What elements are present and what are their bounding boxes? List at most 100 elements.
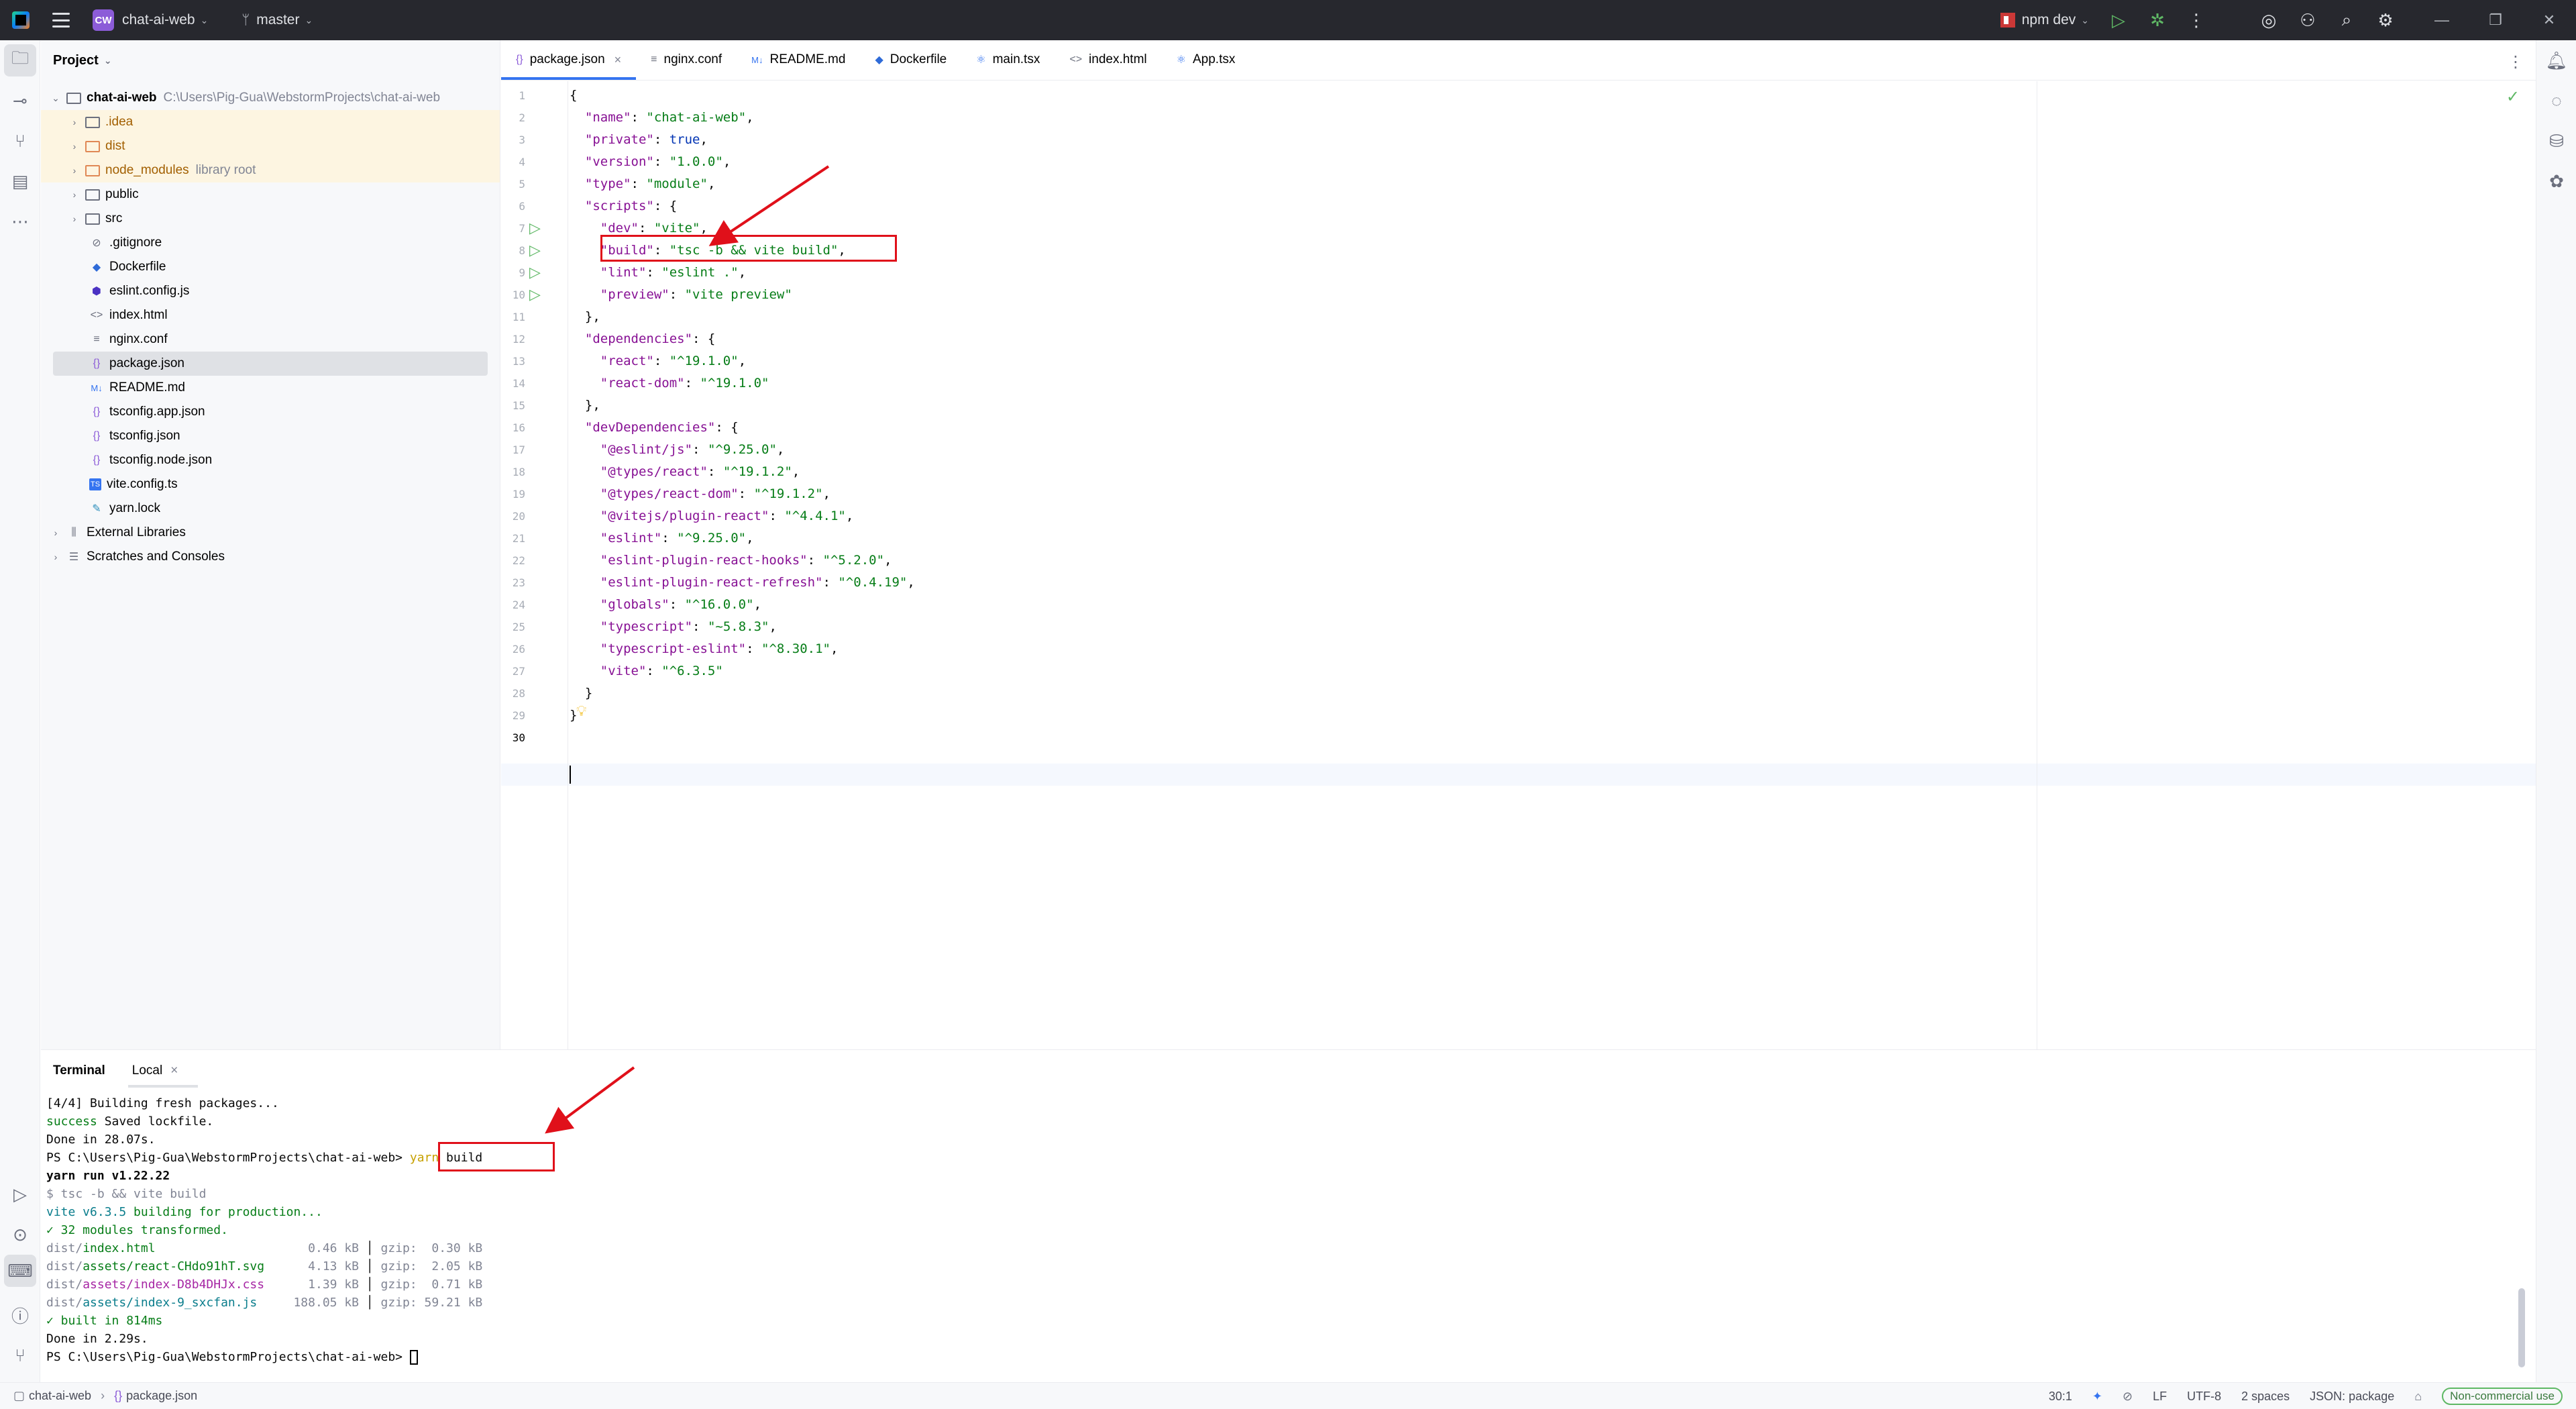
tab-readme-md[interactable]: M↓ README.md [737,40,860,80]
json-schema[interactable]: JSON: package [2310,1390,2394,1404]
run-icon[interactable]: ▷ [2109,10,2128,30]
run-configuration-selector[interactable]: npm dev ⌄ [2000,12,2089,28]
json-key: "@types/react" [600,464,708,479]
project-switcher[interactable]: chat-ai-web ⌄ [114,0,208,40]
tree-item[interactable]: ✎ yarn.lock [89,497,160,521]
git-icon[interactable]: ⑂ [0,1335,40,1375]
main-menu-icon[interactable] [52,13,70,28]
ai-assistant-icon[interactable]: ◎ [2259,10,2278,30]
terminal-line: dist/assets/index-9_sxcfan.js 188.05 kB … [46,1296,483,1310]
minimize-window-button[interactable]: — [2415,0,2469,40]
terminal-line: PS C:\Users\Pig-Gua\WebstormProjects\cha… [46,1149,482,1167]
tab-local-terminal[interactable]: Local × [127,1050,198,1092]
tree-item[interactable]: › dist [41,134,500,158]
chevron-right-icon[interactable]: › [68,165,81,176]
lock-icon[interactable]: ⌂ [2414,1390,2422,1404]
terminal-scrollbar[interactable] [2518,1288,2525,1367]
code-line: "eslint-plugin-react-refresh": "^0.4.19"… [600,575,915,590]
chevron-right-icon[interactable]: › [68,141,81,152]
tree-item[interactable]: {} tsconfig.node.json [89,448,213,472]
terminal-line[interactable]: PS C:\Users\Pig-Gua\WebstormProjects\cha… [46,1348,418,1366]
indent-setting[interactable]: 2 spaces [2241,1390,2290,1404]
intention-bulb-icon[interactable]: 💡︎ [576,702,586,720]
chevron-right-icon[interactable]: › [68,117,81,127]
project-view-selector[interactable]: Project ⌄ [41,40,500,81]
add-user-icon[interactable]: ⚇ [2298,10,2317,30]
run-script-icon[interactable]: ▷ [529,287,544,302]
tab-main-tsx[interactable]: ⚛ main.tsx [961,40,1055,80]
chevron-right-icon[interactable]: › [49,552,62,562]
tree-item[interactable]: › src [68,207,123,231]
breadcrumb-file[interactable]: package.json [126,1389,197,1403]
line-separator[interactable]: LF [2153,1390,2167,1404]
no-sync-icon[interactable]: ⊘ [2123,1390,2133,1404]
run-script-icon[interactable]: ▷ [529,243,544,258]
tab-dockerfile[interactable]: ◆ Dockerfile [860,40,961,80]
database-icon[interactable]: ⛁ [2536,121,2576,161]
search-icon[interactable]: ⌕ [2337,9,2356,30]
terminal-token: dist/ [46,1259,83,1273]
license-badge[interactable]: Non-commercial use [2442,1388,2563,1405]
terminal-icon[interactable]: ⌨ [4,1255,36,1287]
tree-item[interactable]: › public [68,182,139,207]
tab-options-icon[interactable]: ⋮ [2508,52,2524,72]
tree-item[interactable]: TS vite.config.ts [89,472,178,497]
chevron-right-icon[interactable]: › [68,189,81,200]
tree-item[interactable]: M↓ README.md [89,376,185,400]
restore-window-button[interactable]: ❐ [2469,0,2522,40]
close-window-button[interactable]: ✕ [2522,0,2576,40]
close-tab-icon[interactable]: × [170,1063,178,1078]
run-script-icon[interactable]: ▷ [529,221,544,236]
services-icon[interactable]: ⊙ [0,1214,40,1255]
project-badge[interactable]: CW [93,9,114,31]
debug-icon[interactable]: ✲ [2148,10,2167,30]
tree-item[interactable]: ≡ nginx.conf [89,327,167,352]
problems-icon[interactable]: ⓘ [0,1295,40,1335]
project-tool-folder-icon[interactable]: 🗀 [4,44,36,76]
code-line: "@vitejs/plugin-react": "^4.4.1", [600,509,854,523]
more-tools-icon[interactable]: ⋯ [0,201,40,242]
chevron-right-icon[interactable]: › [68,213,81,224]
commit-icon[interactable]: ⊸ [0,81,40,121]
code-line: "@types/react-dom": "^19.1.2", [600,486,830,501]
tab-app-tsx[interactable]: ⚛ App.tsx [1162,40,1250,80]
structure-icon[interactable]: ▤ [0,161,40,201]
tree-root[interactable]: ⌄ chat-ai-web C:\Users\Pig-Gua\WebstormP… [49,86,440,110]
line-number: 29 [512,709,525,722]
tree-item[interactable]: › ☰ Scratches and Consoles [49,545,225,569]
tree-item[interactable]: ◆ Dockerfile [89,255,166,279]
notifications-bell-icon[interactable]: 🔔︎ [2536,40,2576,81]
breadcrumb-project[interactable]: chat-ai-web [29,1389,91,1403]
tree-item[interactable]: ⬢ eslint.config.js [89,279,189,303]
tab-index-html[interactable]: <> index.html [1055,40,1161,80]
pull-requests-icon[interactable]: ⑂ [0,121,40,161]
branch-name: master [256,12,300,28]
settings-gear-icon[interactable]: ⚙ [2376,10,2395,30]
close-tab-icon[interactable]: × [614,53,622,67]
tree-item-selected[interactable]: {} package.json [53,352,488,376]
tree-item[interactable]: › ⫼ External Libraries [49,521,186,545]
tree-item[interactable]: {} tsconfig.json [89,424,180,448]
tree-item[interactable]: › .idea [41,110,500,134]
tab-package-json[interactable]: {} package.json × [501,40,637,80]
vcs-branch-widget[interactable]: ᛘ master ⌄ [241,12,313,28]
plugin-icon[interactable]: ✿ [2536,161,2576,201]
tree-item[interactable]: › node_modules library root [41,158,500,182]
terminal-prompt: PS C:\Users\Pig-Gua\WebstormProjects\cha… [46,1350,403,1364]
tab-nginx-conf[interactable]: ≡ nginx.conf [636,40,737,80]
run-script-icon[interactable]: ▷ [529,265,544,280]
tree-item-label: index.html [109,308,168,322]
tree-item[interactable]: {} tsconfig.app.json [89,400,205,424]
folder-icon [66,91,81,105]
chevron-expanded-icon[interactable]: ⌄ [49,93,62,104]
ai-status-icon[interactable]: ✦ [2092,1390,2102,1404]
chevron-right-icon[interactable]: › [49,527,62,538]
tree-item[interactable]: ⊘ .gitignore [89,231,162,255]
code-area[interactable]: { "name": "chat-ai-web", "private": true… [568,81,2536,1049]
file-encoding[interactable]: UTF-8 [2187,1390,2221,1404]
ai-chat-icon[interactable]: ◌ [2536,81,2576,121]
run-tool-icon[interactable]: ▷ [0,1174,40,1214]
tree-item[interactable]: <> index.html [89,303,168,327]
more-actions-icon[interactable]: ⋮ [2187,10,2206,30]
caret-position[interactable]: 30:1 [2049,1390,2072,1404]
